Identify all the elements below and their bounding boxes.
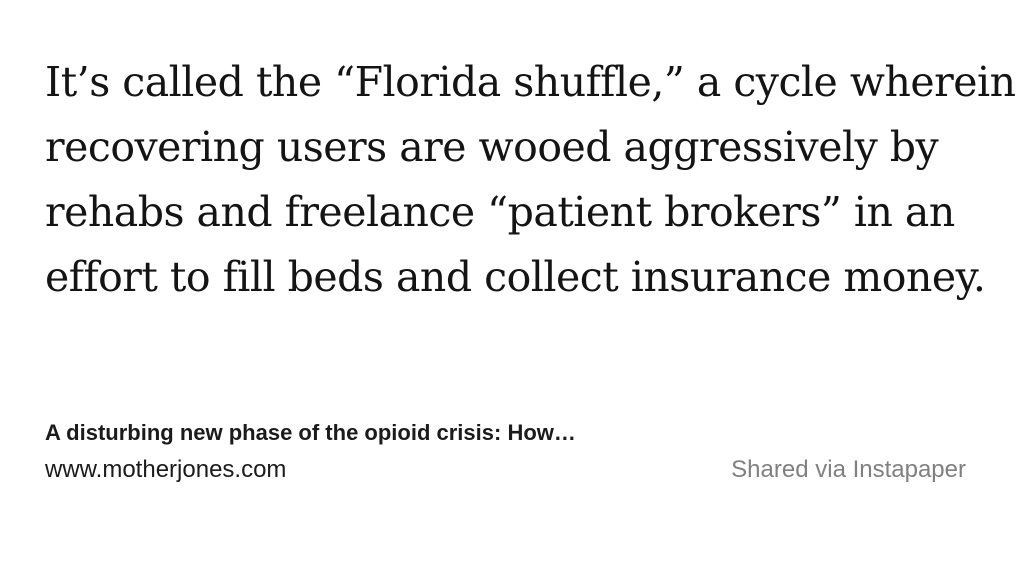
quote-line: It’s called the “Florida shuffle,” a cyc… [45,58,1016,106]
shared-via-label: Shared via Instapaper [731,456,966,483]
quote-line: effort to fill beds and collect insuranc… [45,253,986,301]
quote-line: rehabs and freelance “patient brokers” i… [45,188,955,236]
article-title[interactable]: A disturbing new phase of the opioid cri… [45,420,576,446]
highlighted-quote: It’s called the “Florida shuffle,” a cyc… [45,50,1016,310]
quote-line: recovering users are wooed aggressively … [45,123,939,171]
article-domain[interactable]: www.motherjones.com [45,456,286,484]
